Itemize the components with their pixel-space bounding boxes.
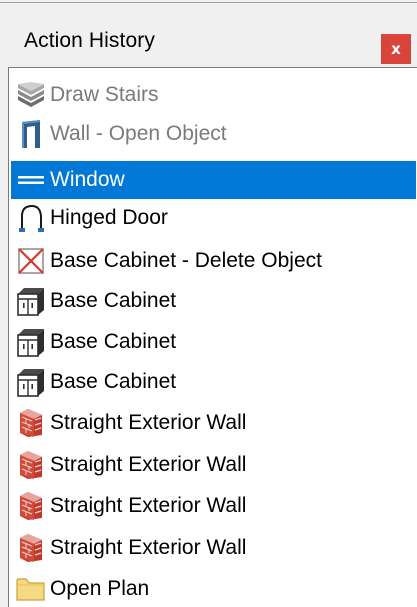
history-item-label: Draw Stairs bbox=[50, 83, 159, 106]
history-item-label: Wall - Open Object bbox=[50, 122, 227, 145]
wall-icon bbox=[13, 116, 49, 152]
base-cabinet-icon bbox=[13, 324, 49, 360]
close-button[interactable]: x bbox=[381, 34, 411, 64]
history-item[interactable]: Base Cabinet bbox=[11, 363, 416, 401]
history-item-label: Base Cabinet bbox=[50, 289, 177, 312]
history-item-label: Straight Exterior Wall bbox=[50, 536, 247, 559]
history-item[interactable]: Straight Exterior Wall bbox=[11, 446, 416, 484]
exterior-wall-icon bbox=[13, 447, 49, 483]
history-item-label: Straight Exterior Wall bbox=[50, 453, 247, 476]
action-history-list: Draw Stairs Wall - Open Object Window Hi… bbox=[8, 67, 417, 607]
base-cabinet-icon bbox=[13, 364, 49, 400]
history-item-label: Straight Exterior Wall bbox=[50, 411, 247, 434]
action-history-panel: Action History x Draw Stairs Wall - Open… bbox=[0, 0, 417, 607]
history-item[interactable]: Straight Exterior Wall bbox=[11, 487, 416, 525]
exterior-wall-icon bbox=[13, 530, 49, 566]
history-item[interactable]: Base Cabinet - Delete Object bbox=[11, 242, 416, 280]
history-item[interactable]: Base Cabinet bbox=[11, 282, 416, 320]
history-item-label: Straight Exterior Wall bbox=[50, 494, 247, 517]
history-item[interactable]: Base Cabinet bbox=[11, 323, 416, 361]
base-cabinet-icon bbox=[13, 283, 49, 319]
stairs-icon bbox=[13, 77, 49, 113]
history-item[interactable]: Open Plan bbox=[11, 570, 416, 607]
history-item-label: Base Cabinet bbox=[50, 330, 177, 353]
history-item[interactable]: Straight Exterior Wall bbox=[11, 404, 416, 442]
history-item-label: Hinged Door bbox=[50, 206, 168, 229]
history-item[interactable]: Wall - Open Object bbox=[11, 115, 416, 153]
hinged-door-icon bbox=[13, 200, 49, 236]
folder-icon bbox=[13, 571, 49, 607]
window-icon bbox=[13, 162, 49, 198]
panel-header: Action History x bbox=[0, 3, 417, 67]
panel-title: Action History bbox=[24, 29, 155, 52]
exterior-wall-icon bbox=[13, 488, 49, 524]
history-item-label: Window bbox=[50, 168, 125, 191]
history-item[interactable]: Window bbox=[11, 161, 416, 199]
history-item-label: Base Cabinet - Delete Object bbox=[50, 249, 322, 272]
history-item[interactable]: Hinged Door bbox=[11, 199, 416, 237]
exterior-wall-icon bbox=[13, 405, 49, 441]
history-item-label: Base Cabinet bbox=[50, 370, 177, 393]
history-item[interactable]: Draw Stairs bbox=[11, 76, 416, 114]
delete-object-icon bbox=[13, 243, 49, 279]
history-item-label: Open Plan bbox=[50, 577, 150, 600]
history-item[interactable]: Straight Exterior Wall bbox=[11, 529, 416, 567]
